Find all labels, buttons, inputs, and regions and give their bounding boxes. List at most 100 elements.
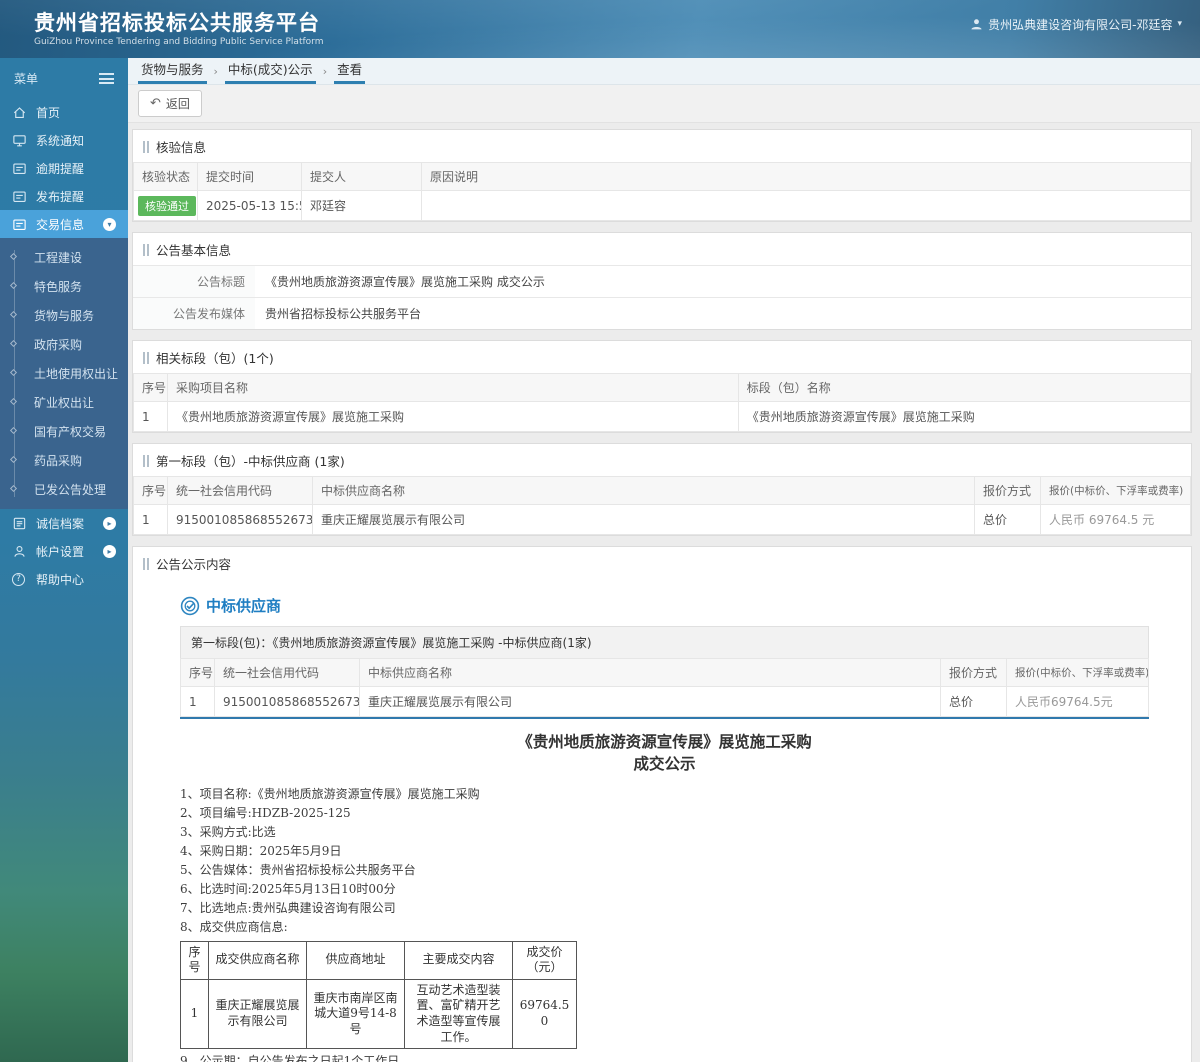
col-header: 序号 [180, 658, 215, 687]
col-header: 标段（包）名称 [737, 373, 1192, 402]
quote-method-cell: 总价 [940, 686, 1007, 717]
section-marker [143, 557, 149, 570]
section-marker [143, 140, 149, 153]
col-header: 原因说明 [421, 162, 1191, 191]
col-header: 采购项目名称 [167, 373, 739, 402]
section-title-row: 公告公示内容 [133, 547, 1191, 579]
sidebar-subitem-featured-services[interactable]: 特色服务 [0, 272, 128, 301]
status-badge: 核验通过 [138, 195, 196, 216]
folder-icon [12, 217, 28, 232]
verification-info-section: 核验信息 核验状态 提交时间 提交人 原因说明 核验通过 2025-05-13 … [132, 129, 1192, 222]
subitem-label: 已发公告处理 [34, 483, 107, 497]
sidebar-item-label: 系统通知 [36, 133, 85, 148]
table-row: 1 《贵州地质旅游资源宣传展》展览施工采购 《贵州地质旅游资源宣传展》展览施工采… [133, 401, 1192, 432]
col-header: 中标供应商名称 [312, 476, 975, 505]
table-row: 1 重庆正耀展览展示有限公司 重庆市南岸区南城大道9号14-8号 互动艺术造型装… [180, 978, 577, 1050]
sidebar-subitem-land-use-rights[interactable]: 土地使用权出让 [0, 359, 128, 388]
app-subtitle: GuiZhou Province Tendering and Bidding P… [34, 37, 324, 48]
sidebar-item-label: 帐户设置 [36, 544, 85, 559]
supplier-name-cell: 重庆正耀展览展示有限公司 [208, 978, 307, 1050]
quote-price-cell: 人民币 69764.5 元 [1040, 504, 1191, 535]
col-header: 核验状态 [133, 162, 198, 191]
sidebar-item-label: 逾期提醒 [36, 161, 85, 176]
related-sections-section: 相关标段（包）(1个) 序号 采购项目名称 标段（包）名称 1 《贵州地质旅游资… [132, 340, 1192, 433]
doc-line: 5、公告媒体：贵州省招标投标公共服务平台 [180, 863, 416, 878]
row-no-cell: 1 [133, 504, 168, 535]
user-name: 贵州弘典建设咨询有限公司-邓廷容 [988, 17, 1173, 32]
folder-icon [12, 161, 28, 176]
diamond-bullet-icon [9, 426, 18, 435]
col-header: 成交价（元） [512, 940, 577, 980]
table-header-row: 序号 采购项目名称 标段（包）名称 [133, 373, 1192, 402]
subitem-label: 药品采购 [34, 454, 83, 468]
subitem-label: 工程建设 [34, 251, 83, 265]
verify-time-cell: 2025-05-13 15:56 [197, 190, 302, 221]
col-header: 统一社会信用代码 [167, 476, 313, 505]
sidebar-item-publish-reminders[interactable]: 发布提醒 [0, 182, 128, 210]
subitem-label: 特色服务 [34, 280, 83, 294]
sidebar-subitem-mining-rights[interactable]: 矿业权出让 [0, 388, 128, 417]
section-title: 公告基本信息 [156, 243, 232, 258]
col-header: 中标供应商名称 [359, 658, 941, 687]
sidebar-item-system-notifications[interactable]: 系统通知 [0, 126, 128, 154]
sidebar-subitem-goods-and-services[interactable]: 货物与服务 [0, 301, 128, 330]
col-header: 序号 [133, 373, 168, 402]
winner-supplier-heading: 中标供应商 [180, 587, 1149, 626]
person-icon [12, 544, 28, 559]
credit-code-cell: 915001085868552673 [214, 686, 360, 717]
brand: 贵州省招标投标公共服务平台 GuiZhou Province Tendering… [34, 11, 323, 47]
sidebar-item-label: 交易信息 [36, 217, 85, 232]
app-header: 贵州省招标投标公共服务平台 GuiZhou Province Tendering… [0, 0, 1200, 58]
doc-line: 4、采购日期：2025年5月9日 [180, 844, 342, 859]
toolbar: ↶ 返回 [128, 85, 1200, 123]
breadcrumb-view[interactable]: 查看 [334, 54, 366, 84]
sidebar-subitem-drug-procurement[interactable]: 药品采购 [0, 446, 128, 475]
row-no-cell: 1 [180, 686, 215, 717]
sidebar-item-home[interactable]: 首页 [0, 98, 128, 126]
sidebar-item-overdue-reminders[interactable]: 逾期提醒 [0, 154, 128, 182]
section-marker [143, 243, 149, 256]
col-header: 供应商地址 [306, 940, 405, 980]
table-header-row: 序号 统一社会信用代码 中标供应商名称 报价方式 报价(中标价、下浮率或费率) [133, 476, 1191, 505]
supplier-address-cell: 重庆市南岸区南城大道9号14-8号 [306, 978, 405, 1050]
diamond-bullet-icon [9, 455, 18, 464]
breadcrumb-award-announcement[interactable]: 中标(成交)公示 [224, 54, 316, 84]
field-label: 公告发布媒体 [133, 297, 255, 329]
sidebar-item-account-settings[interactable]: 帐户设置 ▸ [0, 537, 128, 565]
back-button[interactable]: ↶ 返回 [138, 90, 202, 117]
sidebar-subitem-government-procurement[interactable]: 政府采购 [0, 330, 128, 359]
sidebar-submenu: 工程建设 特色服务 货物与服务 政府采购 土地使用权出让 矿业权出让 国有产权交… [0, 238, 128, 509]
sidebar-item-help-center[interactable]: ? 帮助中心 [0, 565, 128, 593]
section-title-row: 第一标段（包）-中标供应商 (1家) [133, 444, 1191, 476]
verification-table: 核验状态 提交时间 提交人 原因说明 核验通过 2025-05-13 15:56… [133, 162, 1191, 221]
monitor-icon [12, 133, 28, 148]
breadcrumb-goods-and-services[interactable]: 货物与服务 [138, 54, 207, 84]
sidebar-subitem-state-owned-property[interactable]: 国有产权交易 [0, 417, 128, 446]
sidebar-item-label: 诚信档案 [36, 516, 85, 531]
document-lines: 1、项目名称:《贵州地质旅游资源宣传展》展览施工采购 2、项目编号:HDZB-2… [180, 786, 1149, 1062]
sidebar-item-credit-archive[interactable]: 诚信档案 ▸ [0, 509, 128, 537]
chevron-down-icon: ▾ [1177, 19, 1182, 29]
sidebar-subitem-published-announcements[interactable]: 已发公告处理 [0, 475, 128, 504]
sidebar-item-trade-info[interactable]: 交易信息 ▾ [0, 210, 128, 238]
section-title-row: 核验信息 [133, 130, 1191, 162]
verify-reason-cell [421, 190, 1191, 221]
doc-line: 1、项目名称:《贵州地质旅游资源宣传展》展览施工采购 [180, 787, 480, 802]
user-menu[interactable]: 贵州弘典建设咨询有限公司-邓廷容 ▾ [970, 16, 1182, 33]
section-title-row: 相关标段（包）(1个) [133, 341, 1191, 373]
field-label: 公告标题 [133, 265, 255, 298]
table-row: 公告标题 《贵州地质旅游资源宣传展》展览施工采购 成交公示 [133, 265, 1191, 298]
subitem-label: 国有产权交易 [34, 425, 107, 439]
supplier-name-cell: 重庆正耀展览展示有限公司 [312, 504, 975, 535]
sidebar-menu-header: 菜单 [0, 58, 128, 98]
menu-label: 菜单 [14, 72, 39, 86]
hamburger-menu-icon[interactable] [99, 73, 114, 84]
table-header-row: 核验状态 提交时间 提交人 原因说明 [133, 162, 1191, 191]
section-title: 公告公示内容 [156, 557, 232, 572]
list-icon [12, 516, 28, 531]
winner-heading-label: 中标供应商 [206, 597, 282, 615]
blue-divider [180, 717, 1149, 719]
sidebar-subitem-engineering-construction[interactable]: 工程建设 [0, 243, 128, 272]
document-title: 《贵州地质旅游资源宣传展》展览施工采购 [517, 732, 812, 751]
section-title-row: 公告基本信息 [133, 233, 1191, 265]
